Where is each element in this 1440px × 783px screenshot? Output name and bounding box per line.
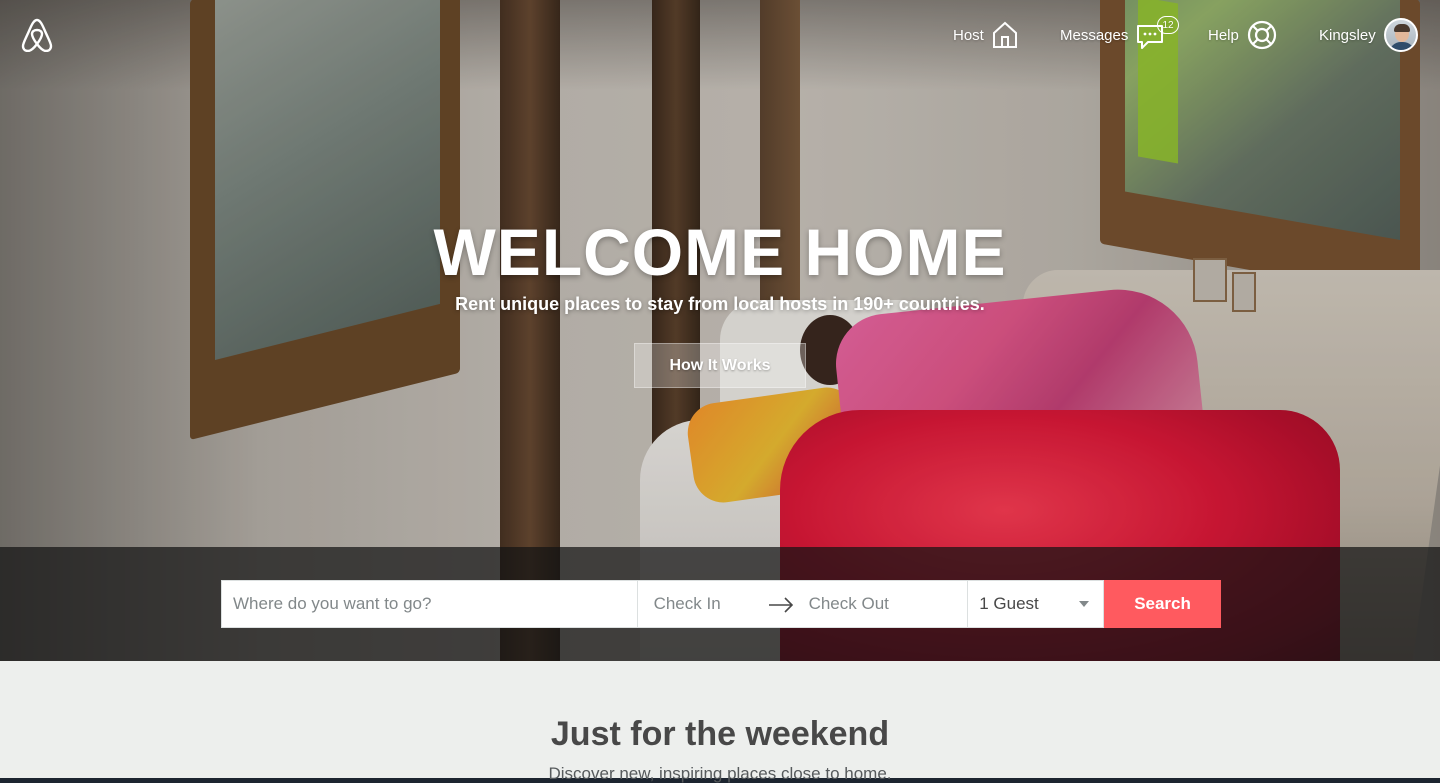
check-out-field[interactable]: Check Out [809,594,889,614]
nav-user-menu[interactable]: Kingsley [1319,18,1418,52]
how-it-works-button[interactable]: How It Works [634,343,806,388]
weekend-section: Just for the weekend Discover new, inspi… [0,661,1440,783]
check-in-field[interactable]: Check In [654,594,721,614]
hero-subtitle: Rent unique places to stay from local ho… [455,294,985,314]
nav-messages-link[interactable]: Messages 12 [1060,16,1179,52]
guests-select[interactable]: 1 Guest [968,580,1105,628]
location-field [221,580,638,628]
messages-count-badge: 12 [1157,16,1179,34]
nav-messages-label: Messages [1060,26,1129,44]
section-subtitle: Discover new, inspiring places close to … [548,764,892,783]
lifebuoy-icon [1247,20,1277,50]
arrow-right-icon [768,596,794,619]
home-icon [992,21,1018,49]
caret-down-icon [1079,601,1090,607]
guests-value: 1 Guest [979,594,1039,613]
search-form: Check In Check Out 1 Guest Search [221,580,1221,628]
nav-help-label: Help [1208,26,1239,44]
search-button[interactable]: Search [1104,580,1221,628]
airbnb-logo-icon[interactable] [20,16,54,53]
date-range-field: Check In Check Out [637,580,969,628]
nav-host-label: Host [953,26,984,44]
nav-help-link[interactable]: Help [1208,18,1277,52]
location-input[interactable] [233,594,637,614]
nav-host-link[interactable]: Host [953,18,1018,52]
avatar [1383,18,1418,52]
top-nav: Host Messages 12 Help Kingsley [0,0,1440,70]
nav-user-name: Kingsley [1319,26,1376,44]
hero-title: WELCOME HOME [433,215,1007,289]
section-title: Just for the weekend [550,715,890,753]
